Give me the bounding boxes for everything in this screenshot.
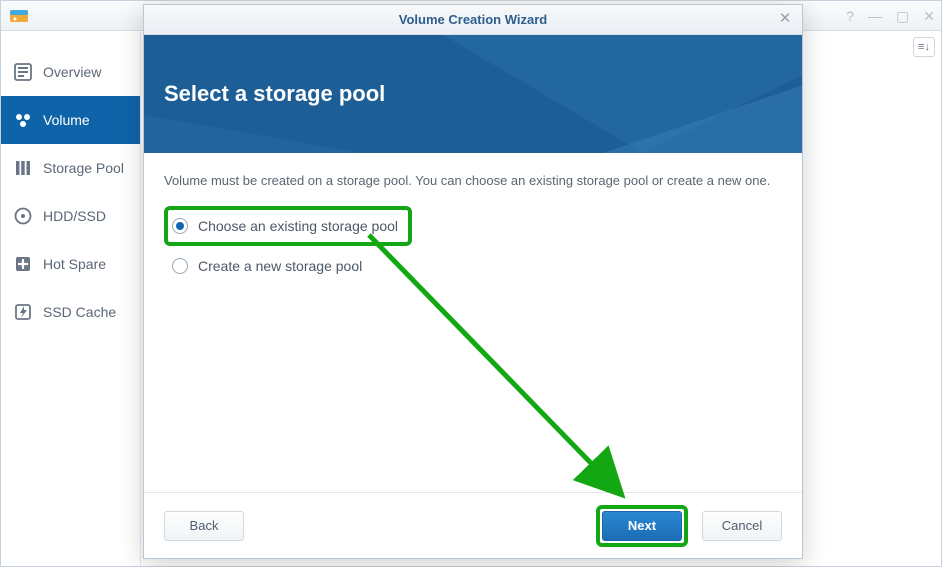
sidebar-item-hdd-ssd[interactable]: HDD/SSD bbox=[1, 192, 140, 240]
sidebar-item-hot-spare[interactable]: Hot Spare bbox=[1, 240, 140, 288]
modal-banner: Select a storage pool bbox=[144, 35, 802, 153]
hot-spare-icon bbox=[13, 254, 33, 274]
overview-icon bbox=[13, 62, 33, 82]
banner-title: Select a storage pool bbox=[164, 81, 385, 107]
next-button[interactable]: Next bbox=[602, 511, 682, 541]
sidebar-item-label: HDD/SSD bbox=[43, 208, 106, 224]
annotation-highlight-option: Choose an existing storage pool bbox=[164, 206, 412, 246]
modal-titlebar: Volume Creation Wizard ✕ bbox=[144, 5, 802, 35]
radio-create-new[interactable] bbox=[172, 258, 188, 274]
help-icon[interactable]: ? bbox=[846, 9, 854, 23]
sidebar-item-label: Volume bbox=[43, 112, 90, 128]
close-icon[interactable]: ✕ bbox=[923, 9, 935, 23]
cancel-button[interactable]: Cancel bbox=[702, 511, 782, 541]
minimize-icon[interactable]: — bbox=[868, 9, 882, 23]
sidebar-item-label: Storage Pool bbox=[43, 160, 124, 176]
modal-description: Volume must be created on a storage pool… bbox=[164, 173, 782, 188]
sidebar: Overview Volume Storage Pool HDD/SSD bbox=[1, 32, 141, 566]
modal-close-button[interactable]: ✕ bbox=[776, 11, 794, 29]
annotation-highlight-next: Next bbox=[596, 505, 688, 547]
sidebar-item-label: Hot Spare bbox=[43, 256, 106, 272]
option-label: Create a new storage pool bbox=[198, 258, 362, 274]
ssd-cache-icon bbox=[13, 302, 33, 322]
radio-choose-existing[interactable] bbox=[172, 218, 188, 234]
sidebar-item-storage-pool[interactable]: Storage Pool bbox=[1, 144, 140, 192]
volume-icon bbox=[13, 110, 33, 130]
storage-manager-app-icon bbox=[9, 6, 29, 26]
volume-creation-wizard-dialog: Volume Creation Wizard ✕ Select a storag… bbox=[143, 4, 803, 559]
modal-content: Volume must be created on a storage pool… bbox=[144, 153, 802, 493]
sidebar-item-overview[interactable]: Overview bbox=[1, 48, 140, 96]
sidebar-item-ssd-cache[interactable]: SSD Cache bbox=[1, 288, 140, 336]
sidebar-item-volume[interactable]: Volume bbox=[1, 96, 140, 144]
option-choose-existing[interactable]: Choose an existing storage pool bbox=[172, 212, 398, 240]
window-controls: ? — ▢ ✕ bbox=[846, 1, 935, 30]
sidebar-item-label: Overview bbox=[43, 64, 101, 80]
maximize-icon[interactable]: ▢ bbox=[896, 9, 909, 23]
option-create-new[interactable]: Create a new storage pool bbox=[164, 252, 782, 280]
modal-title: Volume Creation Wizard bbox=[399, 12, 547, 27]
option-label: Choose an existing storage pool bbox=[198, 218, 398, 234]
sidebar-item-label: SSD Cache bbox=[43, 304, 116, 320]
storage-manager-window: Storage Manager ? — ▢ ✕ ≡↓ Overview Volu… bbox=[0, 0, 942, 567]
hdd-icon bbox=[13, 206, 33, 226]
back-button[interactable]: Back bbox=[164, 511, 244, 541]
modal-footer: Back Next Cancel bbox=[144, 492, 802, 558]
storage-pool-icon bbox=[13, 158, 33, 178]
